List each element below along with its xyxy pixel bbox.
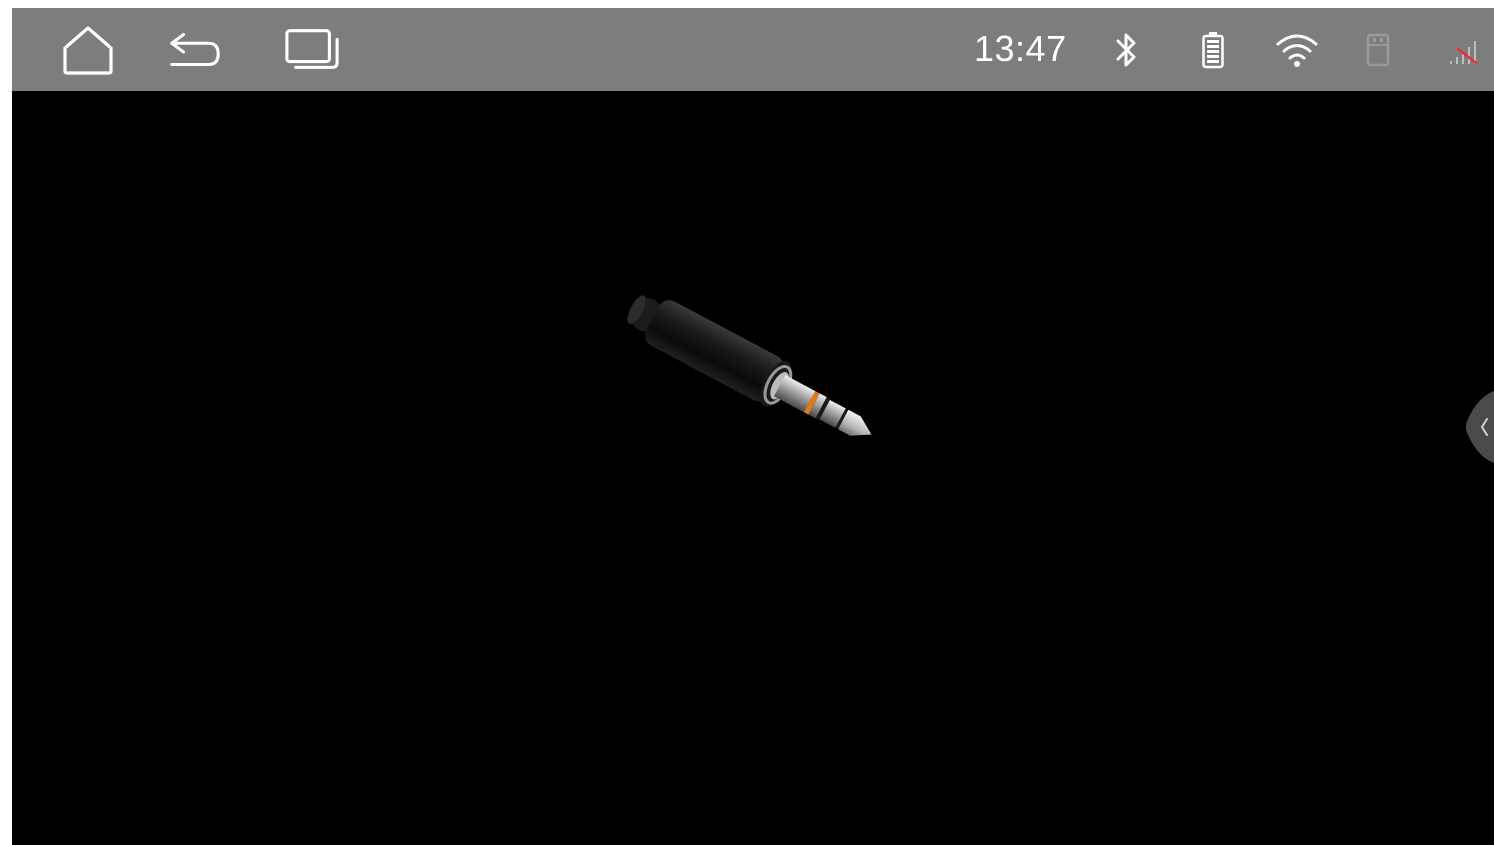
signal-status (1444, 30, 1484, 70)
audio-jack-icon (627, 295, 872, 436)
home-button[interactable] (60, 22, 116, 78)
bluetooth-icon (1116, 33, 1136, 67)
battery-status (1198, 30, 1228, 70)
wifi-status (1274, 30, 1320, 70)
recents-icon (285, 29, 339, 69)
screen: 13:47 (12, 8, 1494, 845)
sd-card-icon (1366, 33, 1390, 67)
back-icon (170, 33, 220, 67)
back-button[interactable] (168, 22, 224, 78)
home-icon (63, 26, 113, 75)
bluetooth-status (1110, 30, 1144, 70)
status-time: 13:47 (974, 28, 1067, 69)
side-panel-toggle[interactable] (1464, 391, 1494, 463)
wifi-icon (1276, 34, 1318, 67)
battery-icon (1202, 32, 1224, 69)
main-content (12, 91, 1494, 845)
status-bar: 13:47 (12, 8, 1494, 91)
signal-icon (1450, 41, 1478, 65)
sd-card-status (1364, 30, 1392, 70)
recents-button[interactable] (284, 22, 340, 78)
chevron-left-icon (1466, 391, 1494, 463)
